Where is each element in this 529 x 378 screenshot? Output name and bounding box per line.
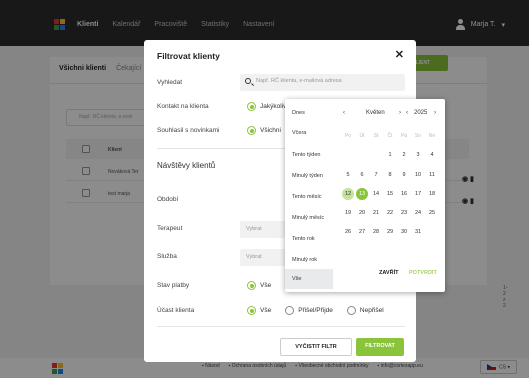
consent-radio-all[interactable]: Všichni xyxy=(247,126,281,135)
weekday-label: Čt xyxy=(387,133,393,139)
preset-today[interactable]: Dnes xyxy=(285,103,333,123)
calendar-day[interactable]: 29 xyxy=(384,226,396,238)
attendance-radio-came[interactable] xyxy=(285,306,295,315)
next-month-icon[interactable]: › xyxy=(399,110,401,116)
calendar-day[interactable]: 8 xyxy=(384,169,396,181)
calendar-day[interactable]: 6 xyxy=(356,169,368,181)
preset-this-year[interactable]: Tento rok xyxy=(285,229,333,249)
date-presets: Dnes Včera Tento týden Minulý týden Tent… xyxy=(285,99,333,292)
calendar-day[interactable]: 4 xyxy=(426,149,438,161)
preset-all[interactable]: Vše xyxy=(285,269,333,289)
contact-label: Kontakt na klienta xyxy=(157,103,209,110)
consent-label: Souhlasil s novinkami xyxy=(157,127,220,134)
calendar-day[interactable]: 7 xyxy=(370,169,382,181)
visits-section-title: Návštěvy klientů xyxy=(157,161,216,170)
attendance-option-came[interactable]: Přišel/Přijde xyxy=(298,307,333,314)
weekday-label: St xyxy=(373,133,379,139)
calendar-day[interactable]: 16 xyxy=(398,188,410,200)
service-select[interactable]: Vybrat xyxy=(240,249,290,266)
calendar-day[interactable]: 24 xyxy=(412,207,424,219)
attendance-radio-group: Vše Přišel/Přijde Nepřišel xyxy=(247,306,384,315)
attendance-option-all[interactable]: Vše xyxy=(260,307,271,314)
therapist-select[interactable]: Vybrat xyxy=(240,221,290,238)
attendance-radio-all[interactable] xyxy=(247,306,256,315)
preset-this-week[interactable]: Tento týden xyxy=(285,145,333,165)
prev-month-icon[interactable]: ‹ xyxy=(343,110,345,116)
calendar-day[interactable]: 13 xyxy=(356,188,368,200)
radio-selected[interactable] xyxy=(247,102,256,111)
next-year-icon[interactable]: › xyxy=(434,110,436,116)
date-range-picker: Dnes Včera Tento týden Minulý týden Tent… xyxy=(285,99,445,292)
calendar-day[interactable]: 15 xyxy=(384,188,396,200)
modal-title: Filtrovat klienty xyxy=(157,51,220,61)
preset-yesterday[interactable]: Včera xyxy=(285,123,333,143)
client-filter-search-input[interactable]: Např. RČ klienta, e-mailová adresa xyxy=(240,74,405,91)
calendar-day[interactable]: 2 xyxy=(398,149,410,161)
divider xyxy=(157,326,405,327)
calendar-day[interactable]: 18 xyxy=(426,188,438,200)
radio-selected[interactable] xyxy=(247,281,256,290)
calendar-day[interactable]: 11 xyxy=(426,169,438,181)
period-label: Období xyxy=(157,196,179,203)
service-label: Služba xyxy=(157,253,177,260)
calendar-day[interactable]: 27 xyxy=(356,226,368,238)
calendar-day[interactable]: 23 xyxy=(398,207,410,219)
calendar-day[interactable]: 22 xyxy=(384,207,396,219)
calendar-day[interactable]: 20 xyxy=(356,207,368,219)
calendar-day[interactable]: 10 xyxy=(412,169,424,181)
close-picker-button[interactable]: ZAVŘÍT xyxy=(379,270,398,276)
confirm-date-button[interactable]: POTVRDIT xyxy=(409,270,437,276)
therapist-label: Terapeut xyxy=(157,225,183,232)
preset-last-week[interactable]: Minulý týden xyxy=(285,166,333,186)
payment-label: Stav platby xyxy=(157,282,190,289)
calendar-day[interactable]: 3 xyxy=(412,149,424,161)
weekday-label: Pá xyxy=(400,133,408,139)
weekday-label: Po xyxy=(344,133,352,139)
calendar-day[interactable]: 12 xyxy=(342,188,354,200)
calendar-day[interactable]: 31 xyxy=(412,226,424,238)
weekday-label: Út xyxy=(359,133,365,139)
calendar-day[interactable]: 19 xyxy=(342,207,354,219)
preset-last-year[interactable]: Minulý rok xyxy=(285,250,333,270)
calendar-day[interactable]: 30 xyxy=(398,226,410,238)
preset-last-month[interactable]: Minulý měsíc xyxy=(285,208,333,228)
attendance-label: Účast klienta xyxy=(157,307,195,314)
year-label[interactable]: 2025 xyxy=(414,110,427,116)
clear-filter-button[interactable]: VYČISTIT FILTR xyxy=(280,338,352,356)
attendance-radio-no-show[interactable] xyxy=(346,306,356,315)
calendar-day[interactable]: 9 xyxy=(398,169,410,181)
search-label: Vyhledat xyxy=(157,79,183,86)
apply-filter-button[interactable]: FILTROVAT xyxy=(356,338,404,356)
month-label[interactable]: Květen xyxy=(366,110,385,116)
close-icon[interactable]: ✕ xyxy=(395,48,404,61)
calendar-day[interactable]: 5 xyxy=(342,169,354,181)
contact-radio-any[interactable]: Jakýkoliv xyxy=(247,102,286,111)
calendar-day[interactable]: 28 xyxy=(370,226,382,238)
calendar-day[interactable]: 26 xyxy=(342,226,354,238)
search-icon xyxy=(245,78,251,84)
calendar-header: ‹ Květen › ‹ 2025 › xyxy=(333,110,445,122)
attendance-option-no-show[interactable]: Nepřišel xyxy=(360,307,384,314)
weekday-label: Ne xyxy=(428,133,436,139)
prev-year-icon[interactable]: ‹ xyxy=(406,110,408,116)
weekday-label: So xyxy=(414,133,422,139)
calendar-day[interactable]: 25 xyxy=(426,207,438,219)
calendar-day[interactable]: 1 xyxy=(384,149,396,161)
calendar-day[interactable]: 14 xyxy=(370,188,382,200)
radio-selected[interactable] xyxy=(247,126,256,135)
calendar-day[interactable]: 21 xyxy=(370,207,382,219)
preset-this-month[interactable]: Tento měsíc xyxy=(285,187,333,207)
calendar-day[interactable]: 17 xyxy=(412,188,424,200)
